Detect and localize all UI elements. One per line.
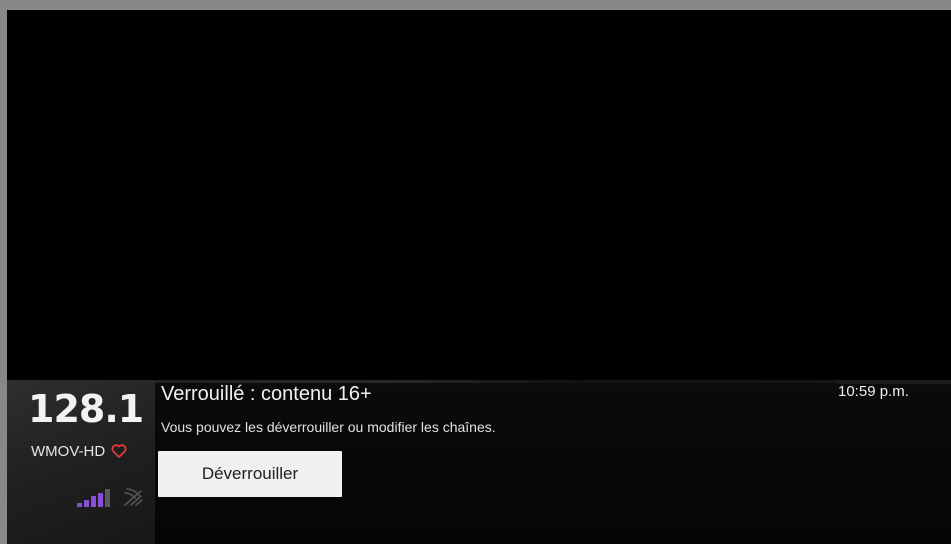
signal-bar xyxy=(84,500,89,507)
signal-bar xyxy=(77,503,82,507)
lock-title: Verrouillé : contenu 16+ xyxy=(161,383,372,405)
channel-number: 128.1 xyxy=(28,387,144,431)
signal-bar xyxy=(91,496,96,507)
signal-bar xyxy=(98,493,103,507)
channel-name: WMOV-HD xyxy=(31,442,106,460)
channel-name-row: WMOV-HD xyxy=(31,440,127,462)
unlock-button[interactable]: Déverrouiller xyxy=(158,451,342,497)
signal-strength-icon xyxy=(77,489,110,507)
clock: 10:59 p.m. xyxy=(838,383,909,400)
lock-message: Vous pouvez les déverrouiller ou modifie… xyxy=(161,419,496,435)
signal-row xyxy=(75,483,145,507)
heart-icon xyxy=(111,444,127,458)
video-area: 128.1 WMOV-HD xyxy=(7,10,951,544)
tv-frame: 128.1 WMOV-HD Verrouillé : contenu 16+ V xyxy=(0,0,951,544)
antenna-icon xyxy=(124,488,143,506)
signal-bar xyxy=(105,489,110,507)
